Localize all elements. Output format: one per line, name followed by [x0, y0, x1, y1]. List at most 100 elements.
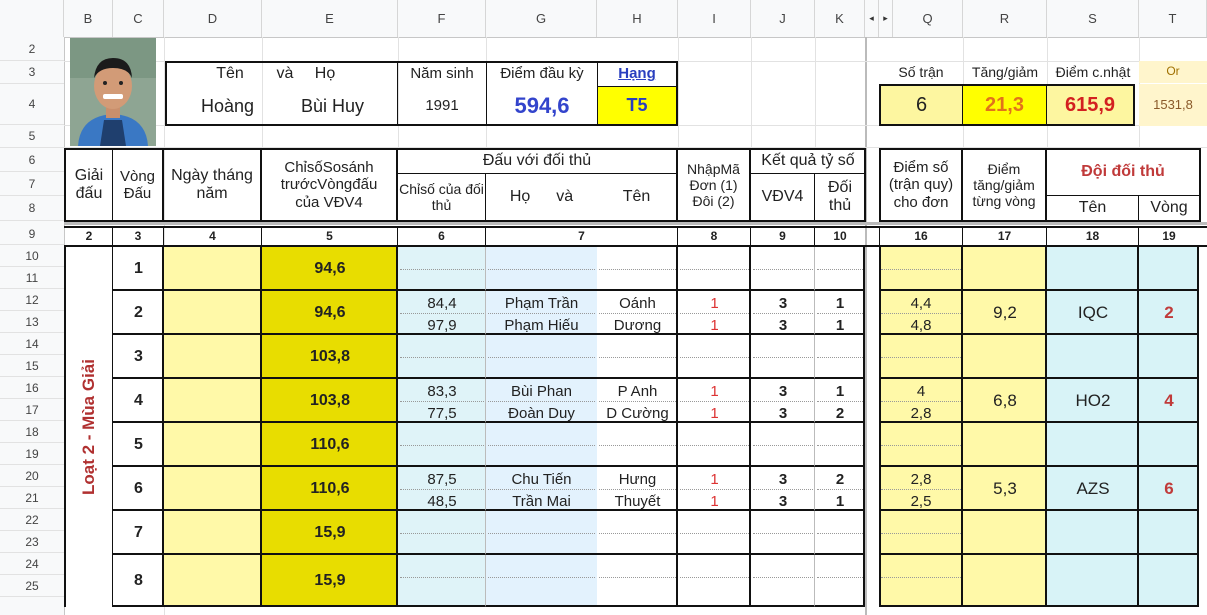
row-header-18[interactable]: 18 [0, 421, 64, 443]
round-8-ho-cell[interactable] [486, 555, 597, 607]
row-header-15[interactable]: 15 [0, 355, 64, 377]
round-4-ngay-cell[interactable] [164, 379, 262, 423]
round-1-dvong-cell[interactable] [1139, 247, 1199, 291]
hdr-ngay-thang-nam: Ngày tháng năm [164, 150, 262, 220]
colnum-3: 3 [113, 228, 164, 246]
opponent-given-name: Thuyết [614, 493, 661, 511]
round-7-ngay-cell[interactable] [164, 511, 262, 555]
score-vdv4: 3 [778, 317, 788, 335]
row-header-13[interactable]: 13 [0, 311, 64, 333]
row-header-8[interactable]: 8 [0, 196, 64, 221]
round-5-tg-cell[interactable] [963, 423, 1047, 467]
hidden-cols-left-arrow[interactable]: ◂ [865, 0, 879, 37]
col-header-T[interactable]: T [1139, 0, 1207, 37]
round-5-dten-cell[interactable] [1047, 423, 1139, 467]
row-header-4[interactable]: 4 [0, 84, 64, 125]
round-8-cdt-cell[interactable] [398, 555, 486, 607]
col-header-B[interactable]: B [64, 0, 113, 37]
round-tang-giam: 5,3 [993, 479, 1017, 499]
row-separator [599, 401, 676, 402]
row-separator [488, 577, 595, 578]
hdr-va: và [556, 187, 574, 205]
round-8-ma-cell[interactable] [678, 555, 751, 607]
round-5-ngay-cell[interactable] [164, 423, 262, 467]
chevron-left-icon[interactable]: ◂ [869, 13, 874, 24]
round-8-dvong-cell[interactable] [1139, 555, 1199, 607]
round-7-dten-cell[interactable] [1047, 511, 1139, 555]
row-header-24[interactable]: 24 [0, 553, 64, 575]
col-header-Q[interactable]: Q [893, 0, 963, 37]
round-8-dt-cell[interactable] [815, 555, 865, 607]
hdr-ten: Tên [597, 174, 678, 220]
round-6-ngay-cell[interactable] [164, 467, 262, 511]
chevron-right-icon[interactable]: ▸ [883, 13, 888, 24]
row-header-22[interactable]: 22 [0, 509, 64, 531]
round-5-dvong-cell[interactable] [1139, 423, 1199, 467]
row-header-11[interactable]: 11 [0, 267, 64, 289]
row-header-23[interactable]: 23 [0, 531, 64, 553]
hdr-doi-doi-thu: Đội đối thủ [1047, 150, 1199, 196]
row-header-7[interactable]: 7 [0, 172, 64, 196]
row-header-5[interactable]: 5 [0, 125, 64, 148]
row-header-20[interactable]: 20 [0, 465, 64, 487]
row-separator [753, 357, 813, 358]
round-3-dvong-cell[interactable] [1139, 335, 1199, 379]
opponent-chiso: 97,9 [427, 317, 457, 335]
round-3-ngay-cell[interactable] [164, 335, 262, 379]
round-3-tg-cell[interactable] [963, 335, 1047, 379]
row-separator [753, 577, 813, 578]
row-header-3[interactable]: 3 [0, 61, 64, 84]
row-header-12[interactable]: 12 [0, 289, 64, 311]
round-3-dten-cell[interactable] [1047, 335, 1139, 379]
round-8-ten-cell[interactable] [597, 555, 678, 607]
row-separator [753, 313, 813, 314]
score-vdv4: 3 [778, 471, 788, 489]
row-header-10[interactable]: 10 [0, 245, 64, 267]
col-header-I[interactable]: I [678, 0, 751, 37]
row-header-16[interactable]: 16 [0, 377, 64, 399]
row-separator [680, 357, 749, 358]
col-header-J[interactable]: J [751, 0, 815, 37]
row-header-19[interactable]: 19 [0, 443, 64, 465]
col-header-S[interactable]: S [1047, 0, 1139, 37]
round-2-ngay-cell[interactable] [164, 291, 262, 335]
round-8-dten-cell[interactable] [1047, 555, 1139, 607]
row-header-21[interactable]: 21 [0, 487, 64, 509]
row-header-25[interactable]: 25 [0, 575, 64, 597]
select-all-corner[interactable] [0, 0, 64, 37]
round-1-ngay-cell[interactable] [164, 247, 262, 291]
round-8-ngay-cell[interactable] [164, 555, 262, 607]
col-header-G[interactable]: G [486, 0, 597, 37]
hdr-doi-thu: Đối thủ [827, 178, 852, 214]
col-header-R[interactable]: R [963, 0, 1047, 37]
row-separator [881, 401, 961, 402]
col-header-K[interactable]: K [815, 0, 865, 37]
round-8-diem-cell[interactable] [879, 555, 963, 607]
grid-line [751, 37, 752, 147]
round-7-dvong-cell[interactable] [1139, 511, 1199, 555]
round-7-tg-cell[interactable] [963, 511, 1047, 555]
row-separator [753, 445, 813, 446]
round-8-tg-cell[interactable] [963, 555, 1047, 607]
row-separator [400, 401, 484, 402]
col-header-D[interactable]: D [164, 0, 262, 37]
round-1-tg-cell[interactable] [963, 247, 1047, 291]
row-header-2[interactable]: 2 [0, 37, 64, 61]
opponent-family-name: Chu Tiến [511, 471, 572, 489]
col-header-C[interactable]: C [113, 0, 164, 37]
score-opponent: 1 [835, 383, 845, 401]
row-header-9[interactable]: 9 [0, 223, 64, 245]
row-header-6[interactable]: 6 [0, 148, 64, 172]
hidden-cols-right-arrow[interactable]: ▸ [879, 0, 893, 37]
col-header-E[interactable]: E [262, 0, 398, 37]
col-header-H[interactable]: H [597, 0, 678, 37]
row-separator [680, 489, 749, 490]
row-header-14[interactable]: 14 [0, 333, 64, 355]
round-8-vdv4-cell[interactable] [751, 555, 815, 607]
row-separator [817, 533, 863, 534]
row-header-17[interactable]: 17 [0, 399, 64, 421]
row-separator [488, 269, 595, 270]
col-header-F[interactable]: F [398, 0, 486, 37]
round-number: 6 [134, 479, 143, 497]
round-1-dten-cell[interactable] [1047, 247, 1139, 291]
